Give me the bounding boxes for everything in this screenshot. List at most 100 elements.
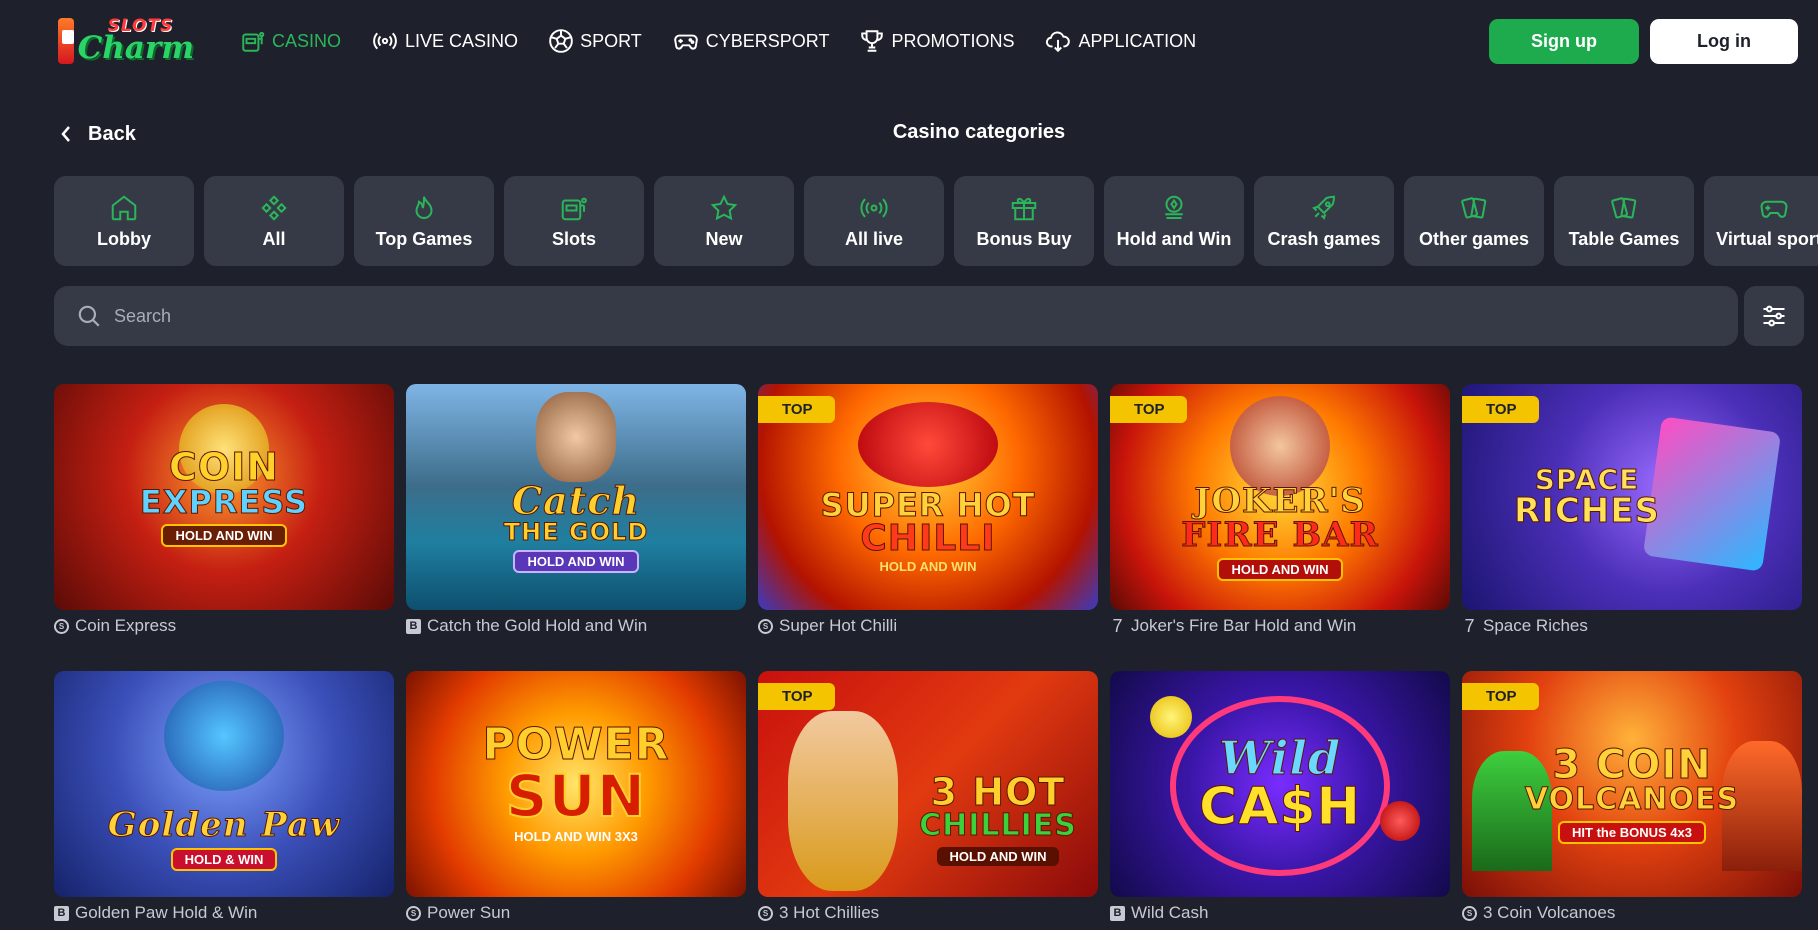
log-in-button[interactable]: Log in <box>1650 19 1798 64</box>
provider-icon: 7 <box>1112 615 1123 636</box>
category-label: Other games <box>1418 228 1530 249</box>
nav-live-casino[interactable]: LIVE CASINO <box>371 25 518 57</box>
game-card[interactable]: POWER SUN HOLD AND WIN 3X3 S Power Sun <box>406 671 746 923</box>
game-thumbnail[interactable]: Golden Paw HOLD & WIN <box>54 671 394 897</box>
provider-icon: B <box>406 618 421 634</box>
category-lobby[interactable]: Lobby <box>54 176 194 266</box>
category-hold-and-win[interactable]: Hold and Win <box>1104 176 1244 266</box>
game-title: S Power Sun <box>406 903 746 923</box>
game-thumbnail[interactable]: POWER SUN HOLD AND WIN 3X3 <box>406 671 746 897</box>
home-icon <box>111 194 137 220</box>
game-thumbnail[interactable]: TOP 3 HOT CHILLIES HOLD AND WIN <box>758 671 1098 897</box>
game-card[interactable]: Golden Paw HOLD & WIN B Golden Paw Hold … <box>54 671 394 923</box>
category-label: Top Games <box>375 228 473 249</box>
provider-icon: S <box>758 618 773 634</box>
game-thumbnail[interactable]: TOP SPACE RICHES <box>1462 384 1802 610</box>
game-art-subtitle: RICHES <box>1514 491 1660 531</box>
game-card[interactable]: TOP JOKER'S FIRE BAR HOLD AND WIN 7 Joke… <box>1110 384 1450 636</box>
game-art-tagline: HIT the BONUS 4x3 <box>1558 820 1706 844</box>
category-label: Lobby <box>97 228 151 249</box>
game-thumbnail[interactable]: COIN EXPRESS HOLD AND WIN <box>54 384 394 610</box>
game-name-text: 3 Coin Volcanoes <box>1483 903 1616 922</box>
game-name-text: Super Hot Chilli <box>779 616 898 635</box>
category-all[interactable]: All <box>204 176 344 266</box>
category-other-games[interactable]: Other games <box>1404 176 1544 266</box>
category-top-games[interactable]: Top Games <box>354 176 494 266</box>
game-art-title: Golden Paw <box>107 804 341 845</box>
game-title: 7 Space Riches <box>1462 616 1802 636</box>
nav-cybersport[interactable]: CYBERSPORT <box>672 25 830 57</box>
game-art-title: JOKER'S <box>1194 480 1366 521</box>
game-thumbnail[interactable]: Wild CA$H <box>1110 671 1450 897</box>
game-art-subtitle: CHILLIES <box>919 807 1077 843</box>
game-card[interactable]: TOP SPACE RICHES 7 Space Riches <box>1462 384 1802 636</box>
game-name-text: Coin Express <box>75 616 177 635</box>
category-table-games[interactable]: Table Games <box>1554 176 1694 266</box>
category-crash-games[interactable]: Crash games <box>1254 176 1394 266</box>
nav-casino[interactable]: CASINO <box>240 25 341 57</box>
filter-sliders-icon <box>1763 305 1785 327</box>
nav-label: SPORT <box>580 30 642 51</box>
game-art-tagline: HOLD & WIN <box>170 847 278 871</box>
category-bonus-buy[interactable]: Bonus Buy <box>954 176 1094 266</box>
logo-text: SLOTS Charm <box>78 18 194 64</box>
top-header: SLOTS Charm CASINO LIVE CASINO SPORT CYB… <box>0 0 1818 82</box>
game-title: S 3 Hot Chillies <box>758 903 1098 923</box>
category-virtual-sports[interactable]: Virtual sports <box>1704 176 1818 266</box>
gamepad-icon <box>1760 200 1788 218</box>
category-all-live[interactable]: All live <box>804 176 944 266</box>
gift-icon <box>1011 197 1037 220</box>
game-art-subtitle: CA$H <box>1198 777 1362 837</box>
top-badge: TOP <box>1462 396 1539 423</box>
game-card[interactable]: Wild CA$H B Wild Cash <box>1110 671 1450 923</box>
game-card[interactable]: TOP 3 COIN VOLCANOES HIT the BONUS 4x3 S… <box>1462 671 1802 923</box>
game-thumbnail[interactable]: TOP SUPER HOT CHILLI HOLD AND WIN <box>758 384 1098 610</box>
provider-icon: B <box>54 905 69 921</box>
game-card[interactable]: Catch THE GOLD HOLD AND WIN B Catch the … <box>406 384 746 636</box>
game-art-tagline: HOLD AND WIN <box>513 549 639 573</box>
game-title: S Super Hot Chilli <box>758 616 1098 636</box>
game-thumbnail[interactable]: Catch THE GOLD HOLD AND WIN <box>406 384 746 610</box>
rocket-icon <box>1312 195 1336 220</box>
logo-line-2: Charm <box>77 30 194 66</box>
game-name-text: Wild Cash <box>1131 903 1209 922</box>
game-art-tagline: HOLD AND WIN 3X3 <box>514 828 638 844</box>
top-badge: TOP <box>1110 396 1187 423</box>
nav-sport[interactable]: SPORT <box>548 25 642 57</box>
category-label: Crash games <box>1267 228 1381 249</box>
broadcast-icon <box>860 197 888 218</box>
game-art-title: SUPER HOT <box>820 485 1036 524</box>
game-name-text: Joker's Fire Bar Hold and Win <box>1131 616 1357 635</box>
game-card[interactable]: TOP SUPER HOT CHILLI HOLD AND WIN S Supe… <box>758 384 1098 636</box>
category-new[interactable]: New <box>654 176 794 266</box>
broadcast-icon <box>373 32 397 50</box>
sign-up-button[interactable]: Sign up <box>1489 19 1639 64</box>
game-card[interactable]: TOP 3 HOT CHILLIES HOLD AND WIN S 3 Hot … <box>758 671 1098 923</box>
nav-label: CYBERSPORT <box>705 30 830 51</box>
trophy-icon <box>861 30 884 52</box>
site-logo[interactable]: SLOTS Charm <box>58 14 194 68</box>
category-label: All live <box>844 228 904 249</box>
nav-promotions[interactable]: PROMOTIONS <box>859 25 1014 57</box>
search-input[interactable] <box>114 305 1614 327</box>
cards-icon <box>1461 196 1487 219</box>
game-thumbnail[interactable]: TOP JOKER'S FIRE BAR HOLD AND WIN <box>1110 384 1450 610</box>
game-name-text: 3 Hot Chillies <box>779 903 880 922</box>
game-title: B Catch the Gold Hold and Win <box>406 616 746 636</box>
category-label: Hold and Win <box>1116 228 1232 249</box>
category-slots[interactable]: Slots <box>504 176 644 266</box>
game-art-tagline: HOLD AND WIN <box>937 846 1059 866</box>
game-thumbnail[interactable]: TOP 3 COIN VOLCANOES HIT the BONUS 4x3 <box>1462 671 1802 897</box>
diamond-grid-icon <box>261 194 287 221</box>
nav-application[interactable]: APPLICATION <box>1044 25 1196 57</box>
game-art-title: 3 HOT <box>930 769 1066 814</box>
nav-label: LIVE CASINO <box>405 30 519 51</box>
game-card[interactable]: COIN EXPRESS HOLD AND WIN S Coin Express <box>54 384 394 636</box>
game-art-tagline: HOLD AND WIN <box>879 558 977 574</box>
category-label: Bonus Buy <box>976 228 1072 249</box>
game-art-subtitle: CHILLI <box>860 517 996 559</box>
provider-icon: B <box>1110 905 1125 921</box>
filter-button[interactable] <box>1744 286 1804 346</box>
cloud-download-icon <box>1046 31 1071 53</box>
provider-icon: S <box>406 905 421 921</box>
